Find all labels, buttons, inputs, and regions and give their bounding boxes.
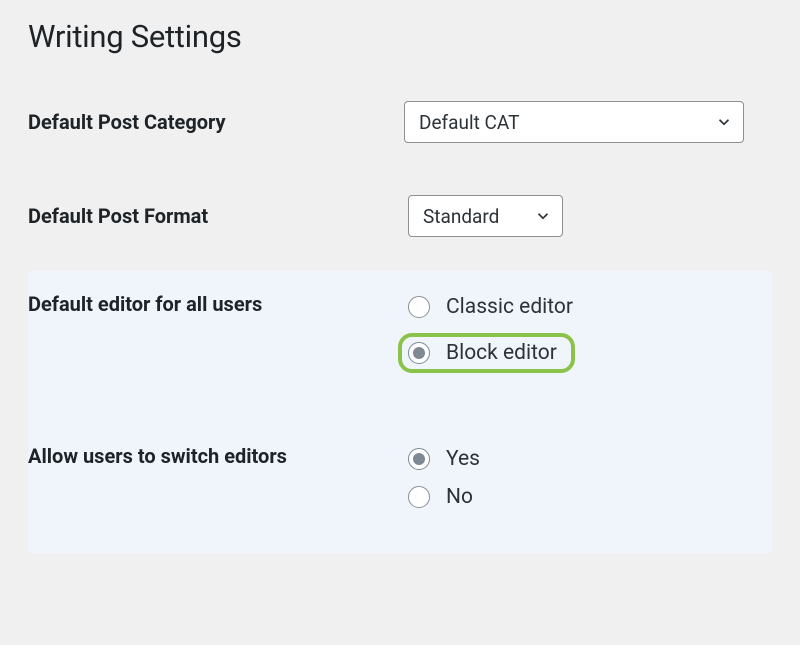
chevron-down-icon — [715, 113, 733, 131]
chevron-down-icon — [534, 207, 552, 225]
select-format-value: Standard — [423, 205, 499, 228]
select-default-post-format[interactable]: Standard — [408, 195, 563, 237]
radio-icon — [408, 448, 430, 470]
radio-option-switch-no[interactable]: No — [408, 485, 744, 509]
label-default-post-format: Default Post Format — [28, 203, 408, 229]
row-allow-switch: Allow users to switch editors Yes No — [28, 393, 772, 553]
row-default-post-category: Default Post Category Default CAT — [28, 93, 772, 177]
select-category-value: Default CAT — [419, 111, 519, 134]
label-allow-switch: Allow users to switch editors — [28, 443, 408, 469]
radio-icon — [408, 296, 430, 318]
label-default-post-category: Default Post Category — [28, 109, 404, 135]
page-title: Writing Settings — [28, 18, 772, 55]
row-default-post-format: Default Post Format Standard — [28, 177, 772, 271]
highlighted-option-block-editor: Block editor — [398, 333, 575, 373]
radio-label-classic: Classic editor — [446, 295, 573, 319]
radio-icon — [408, 342, 430, 364]
radio-option-block-editor[interactable]: Block editor — [408, 341, 557, 365]
radio-label-block: Block editor — [446, 341, 557, 365]
select-default-post-category[interactable]: Default CAT — [404, 101, 744, 143]
label-default-editor: Default editor for all users — [28, 291, 408, 317]
row-default-editor: Default editor for all users Classic edi… — [28, 271, 772, 393]
radio-label-yes: Yes — [446, 447, 480, 471]
radio-option-classic-editor[interactable]: Classic editor — [408, 295, 744, 319]
radio-option-switch-yes[interactable]: Yes — [408, 447, 744, 471]
radio-icon — [408, 486, 430, 508]
radio-label-no: No — [446, 485, 473, 509]
